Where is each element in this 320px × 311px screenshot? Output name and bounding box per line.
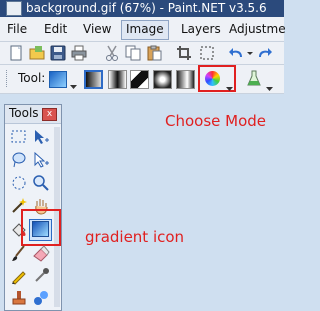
mode-dropdown-icon[interactable]: [226, 77, 233, 96]
tools-panel-header[interactable]: Tools x: [5, 105, 61, 124]
menu-image[interactable]: Image: [121, 20, 169, 40]
redo-icon[interactable]: [257, 45, 273, 61]
current-tool-gradient-icon[interactable]: [49, 71, 67, 88]
deselect-icon[interactable]: [199, 45, 215, 61]
save-icon[interactable]: [50, 45, 66, 61]
menu-layers[interactable]: Layers: [177, 20, 225, 38]
recolor-icon[interactable]: [32, 289, 50, 307]
flask-icon[interactable]: [246, 70, 262, 92]
clone-stamp-icon[interactable]: [10, 289, 28, 307]
diamond-gradient-button[interactable]: [130, 70, 149, 89]
print-icon[interactable]: [71, 45, 87, 61]
move-selection-icon[interactable]: [32, 128, 50, 146]
linear-reflected-gradient-button[interactable]: [108, 70, 127, 89]
undo-icon[interactable]: [228, 45, 244, 61]
menu-edit[interactable]: Edit: [40, 20, 71, 38]
menu-file[interactable]: File: [3, 20, 31, 38]
main-toolbar: [0, 42, 284, 65]
copy-icon[interactable]: [125, 45, 141, 61]
undo-dropdown-icon[interactable]: [246, 45, 254, 61]
menu-bar: File Edit View Image Layers Adjustme: [0, 17, 286, 42]
window-title: background.gif (67%) - Paint.NET v3.5.6: [26, 1, 267, 15]
pencil-icon[interactable]: [10, 267, 28, 285]
rectangle-select-icon[interactable]: [10, 128, 28, 146]
ellipse-select-icon[interactable]: [10, 174, 28, 192]
eraser-icon[interactable]: [32, 244, 50, 262]
new-icon[interactable]: [8, 45, 24, 61]
crop-icon[interactable]: [176, 45, 192, 61]
tools-panel-title: Tools: [9, 106, 39, 120]
move-selected-icon[interactable]: [32, 151, 50, 169]
choose-mode-annotation: Choose Mode: [165, 112, 267, 130]
tool-dropdown-icon[interactable]: [70, 75, 77, 94]
close-icon[interactable]: x: [42, 108, 57, 121]
menu-adjustments[interactable]: Adjustme: [225, 20, 290, 38]
open-icon[interactable]: [29, 45, 45, 61]
conical-gradient-button[interactable]: [176, 70, 195, 89]
toolbar-grip[interactable]: [6, 70, 10, 87]
lasso-select-icon[interactable]: [10, 151, 28, 169]
paintbrush-icon[interactable]: [10, 244, 28, 262]
paste-icon[interactable]: [146, 45, 162, 61]
zoom-icon[interactable]: [32, 174, 50, 192]
app-icon: [6, 1, 22, 16]
color-picker-icon[interactable]: [32, 267, 50, 285]
menu-view[interactable]: View: [79, 20, 115, 38]
cut-icon[interactable]: [104, 45, 120, 61]
gradient-icon-highlight: [21, 209, 61, 246]
color-mode-icon[interactable]: [205, 71, 220, 86]
radial-gradient-button[interactable]: [153, 70, 172, 89]
title-bar: background.gif (67%) - Paint.NET v3.5.6: [0, 0, 284, 17]
linear-gradient-button[interactable]: [84, 70, 103, 89]
gradient-icon-annotation: gradient icon: [85, 228, 185, 246]
tool-options-toolbar: Tool:: [0, 65, 284, 94]
flask-dropdown-icon[interactable]: [266, 77, 273, 96]
tool-label: Tool:: [18, 71, 46, 85]
